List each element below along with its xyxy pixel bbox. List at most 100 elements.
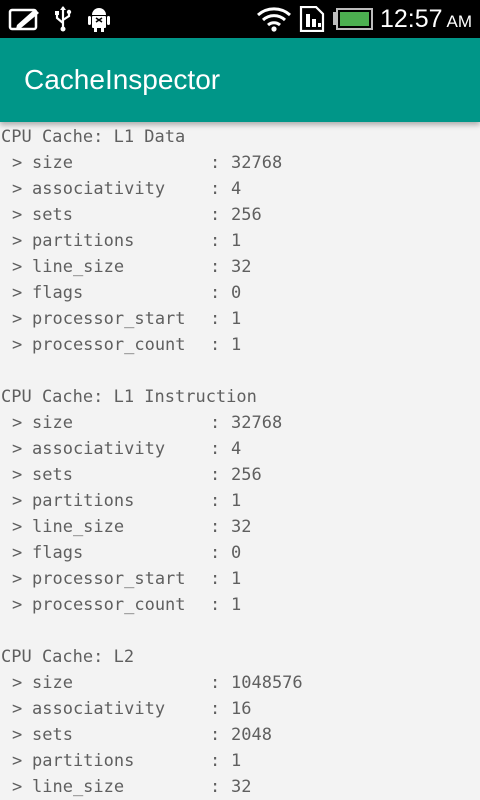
android-debug-icon [88,8,110,32]
clock-ampm: AM [446,12,473,31]
row-arrow: > [12,751,23,771]
property-key: line_size [32,777,125,797]
row-arrow: > [12,439,23,459]
property-key: processor_start [32,309,186,329]
row-arrow: > [12,491,23,511]
row-separator: : [210,179,221,199]
property-key: sets [32,205,73,225]
cache-property-row: > processor_start:1 [0,566,480,592]
row-arrow: > [12,205,23,225]
property-key: line_size [32,257,125,277]
row-separator: : [210,673,221,693]
row-arrow: > [12,257,23,277]
cache-property-row: > partitions:1 [0,748,480,774]
property-key: sets [32,725,73,745]
sim-card-icon [299,6,325,32]
row-separator: : [210,335,221,355]
cache-property-row: > associativity:4 [0,176,480,202]
row-separator: : [210,543,221,563]
property-value: 32 [231,777,252,797]
row-arrow: > [12,569,23,589]
cache-property-row: > associativity:16 [0,696,480,722]
cache-section: CPU Cache: L1 Instruction > size:32768 > ass… [0,384,480,618]
cache-property-row: > size:1048576 [0,670,480,696]
property-key: partitions [32,491,135,511]
cache-property-row: > line_size:32 [0,514,480,540]
cache-section: CPU Cache: L1 Data > size:32768 > associativ… [0,124,480,358]
row-arrow: > [12,777,23,797]
edit-icon [8,8,39,31]
row-arrow: > [12,465,23,485]
row-arrow: > [12,517,23,537]
cache-property-row: > partitions:1 [0,228,480,254]
property-value: 32768 [231,153,283,173]
row-arrow: > [12,309,23,329]
property-key: size [32,153,73,173]
cache-property-row: > sets:256 [0,202,480,228]
row-separator: : [210,569,221,589]
row-arrow: > [12,673,23,693]
status-bar: 12:57 AM [0,0,480,38]
row-arrow: > [12,543,23,563]
row-arrow: > [12,231,23,251]
property-value: 1 [231,569,242,589]
property-key: processor_start [32,569,186,589]
property-value: 4 [231,439,242,459]
row-separator: : [210,153,221,173]
row-separator: : [210,413,221,433]
row-separator: : [210,205,221,225]
cache-section-title: CPU Cache: L1 Data [1,127,186,147]
property-key: associativity [32,179,166,199]
battery-icon [333,8,373,30]
row-arrow: > [12,699,23,719]
property-value: 32768 [231,413,283,433]
row-separator: : [210,231,221,251]
row-separator: : [210,491,221,511]
property-value: 32 [231,257,252,277]
property-value: 16 [231,699,252,719]
row-arrow: > [12,153,23,173]
property-value: 1 [231,231,242,251]
wifi-icon [257,7,291,32]
cache-property-row: > partitions:1 [0,488,480,514]
cache-property-row: > flags:0 [0,280,480,306]
cache-property-row: > processor_count:1 [0,592,480,618]
app-title: CacheInspector [24,64,221,95]
cache-property-row: > processor_count:1 [0,332,480,358]
property-key: flags [32,283,84,303]
cache-info-list[interactable]: CPU Cache: L1 Data > size:32768 > associativ… [0,124,480,800]
property-key: partitions [32,751,135,771]
property-value: 256 [231,465,262,485]
property-value: 4 [231,179,242,199]
property-value: 1 [231,751,242,771]
row-arrow: > [12,413,23,433]
cache-property-row: > size:32768 [0,410,480,436]
property-value: 256 [231,205,262,225]
property-key: processor_count [32,595,186,615]
row-separator: : [210,439,221,459]
cache-section-title: CPU Cache: L2 [1,647,135,667]
property-value: 1 [231,335,242,355]
cache-property-row: > line_size:32 [0,774,480,800]
property-key: line_size [32,517,125,537]
clock-time: 12:57 [379,5,443,33]
property-value: 1 [231,491,242,511]
cache-property-row: > associativity:4 [0,436,480,462]
row-arrow: > [12,179,23,199]
property-key: processor_count [32,335,186,355]
property-key: associativity [32,439,166,459]
row-separator: : [210,699,221,719]
row-separator: : [210,257,221,277]
property-value: 0 [231,543,242,563]
property-key: size [32,413,73,433]
cache-section: CPU Cache: L2 > size:1048576 > associativity… [0,644,480,800]
row-separator: : [210,777,221,797]
cache-property-row: > sets:2048 [0,722,480,748]
property-key: partitions [32,231,135,251]
app-bar: CacheInspector [0,38,480,122]
property-key: flags [32,543,84,563]
row-arrow: > [12,335,23,355]
property-key: sets [32,465,73,485]
cache-section-title: CPU Cache: L1 Instruction [1,387,257,407]
property-key: size [32,673,73,693]
